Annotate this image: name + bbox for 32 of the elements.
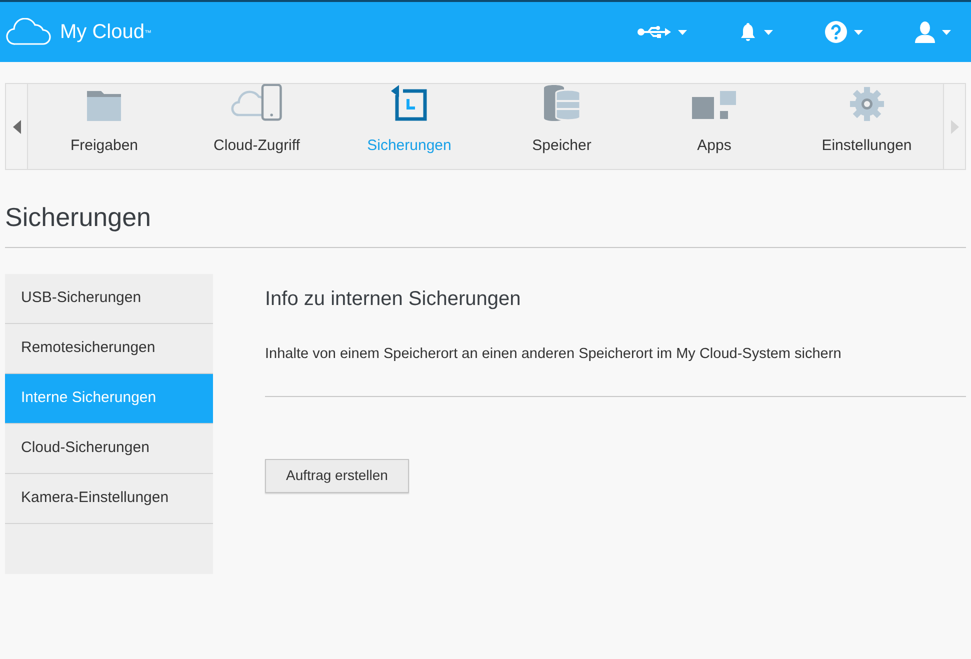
section-heading: Info zu internen Sicherungen bbox=[265, 287, 522, 312]
create-job-button[interactable]: Auftrag erstellen bbox=[265, 458, 409, 493]
caret-icon bbox=[764, 30, 773, 34]
user-menu-button[interactable] bbox=[915, 21, 951, 43]
usb-icon bbox=[637, 24, 671, 40]
page-title: Sicherungen bbox=[5, 201, 152, 234]
backup-clock-icon bbox=[391, 84, 428, 120]
caret-icon bbox=[678, 30, 687, 34]
nav-tab[interactable]: Einstellungen bbox=[790, 84, 943, 169]
help-menu-button[interactable] bbox=[825, 21, 863, 43]
sidebar-item[interactable]: USB-Sicherungen bbox=[5, 274, 213, 324]
cloud-logo-icon bbox=[6, 18, 52, 46]
nav-tab[interactable]: Cloud-Zugriff bbox=[180, 84, 333, 169]
right-arrow-icon bbox=[950, 120, 958, 134]
nav-tab[interactable]: Speicher bbox=[486, 84, 638, 169]
bell-icon bbox=[739, 22, 757, 42]
usb-menu-button[interactable] bbox=[637, 24, 687, 40]
folder-icon bbox=[87, 90, 122, 120]
description-text: Inhalte von einem Speicherort an einen anderen Speicherort im My Cloud-System sichern bbox=[265, 344, 966, 397]
caret-icon bbox=[854, 30, 863, 34]
nav-tab[interactable]: Apps bbox=[638, 84, 790, 169]
gear-icon bbox=[850, 86, 884, 120]
sidebar-item[interactable]: Cloud-Sicherungen bbox=[5, 424, 213, 474]
brand-name: My Cloud$^{™}$ bbox=[60, 20, 152, 45]
nav-tab[interactable]: Freigaben bbox=[28, 84, 180, 169]
bell-menu-button[interactable] bbox=[739, 22, 773, 42]
user-icon bbox=[915, 21, 935, 43]
apps-icon bbox=[692, 90, 736, 120]
sidebar-item[interactable]: Kamera-Einstellungen bbox=[5, 474, 213, 524]
caret-icon bbox=[942, 30, 951, 34]
help-icon bbox=[825, 21, 847, 43]
left-arrow-icon bbox=[12, 120, 20, 134]
